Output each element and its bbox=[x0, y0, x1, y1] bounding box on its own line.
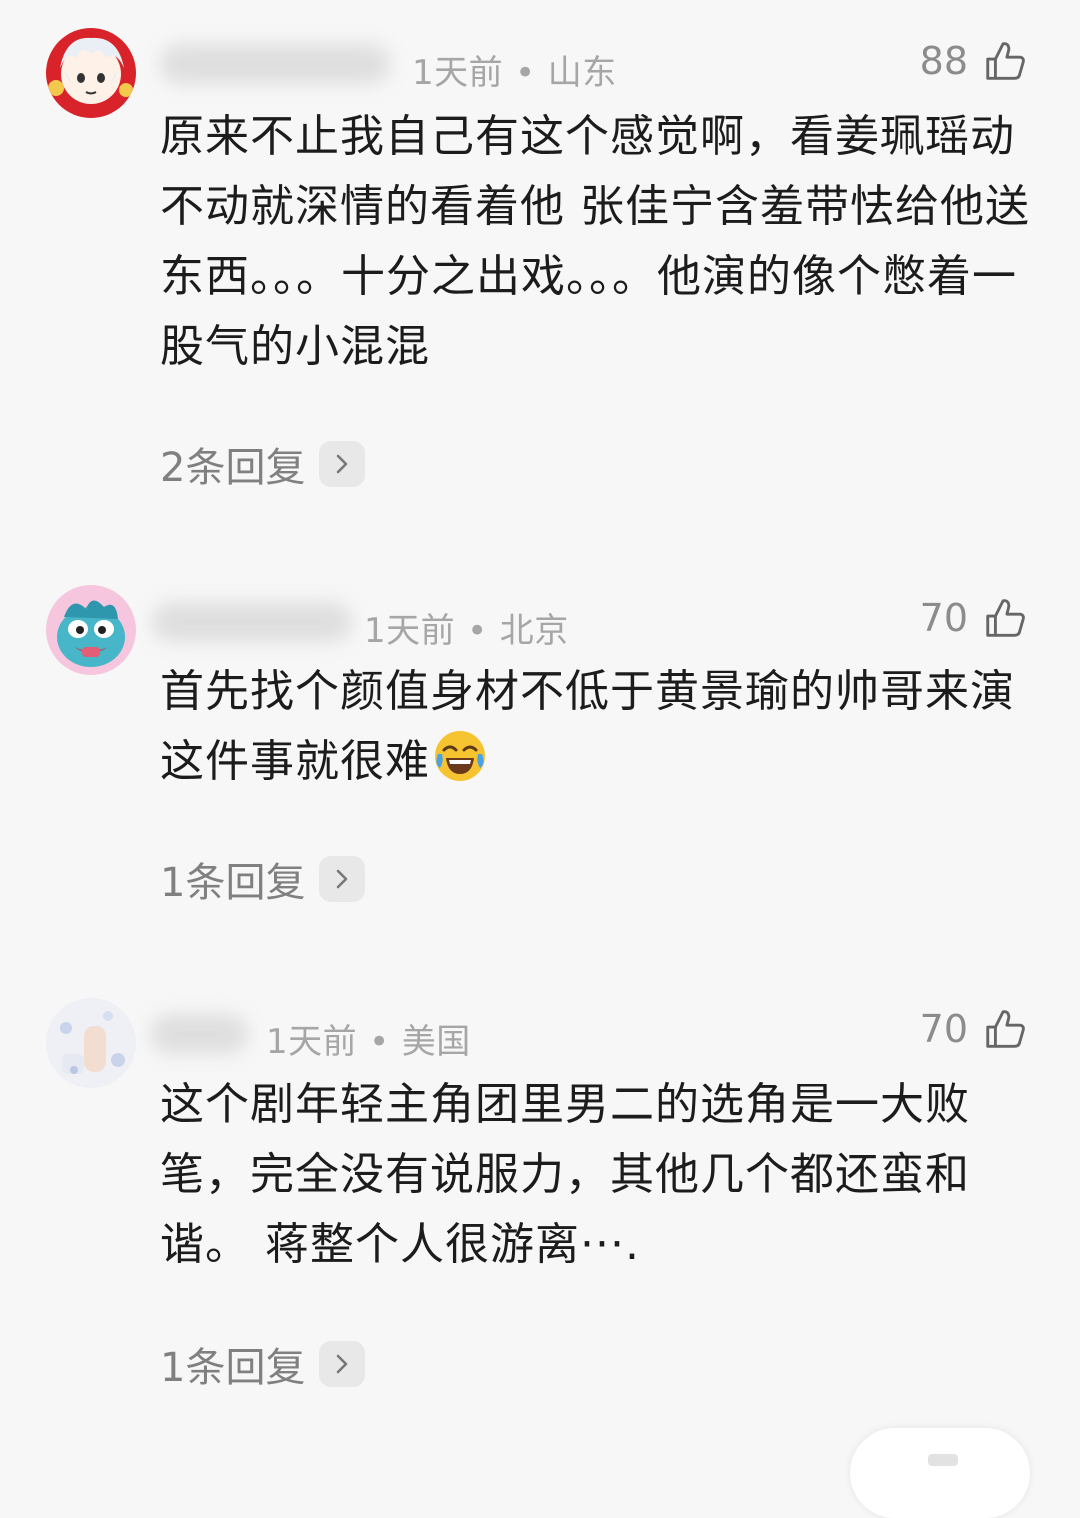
username-redacted[interactable] bbox=[152, 602, 352, 642]
view-replies-button[interactable]: 2条回复 bbox=[160, 435, 366, 493]
floating-action-button[interactable] bbox=[850, 1428, 1030, 1518]
comment-meta: 1天前 • 北京 bbox=[364, 603, 569, 652]
comment-time: 1天前 bbox=[364, 611, 456, 651]
comment-location: 山东 bbox=[547, 53, 617, 93]
comment-time: 1天前 bbox=[266, 1022, 358, 1062]
like-button[interactable]: 88 bbox=[920, 38, 1028, 84]
comment-time: 1天前 bbox=[412, 53, 504, 93]
like-count: 70 bbox=[919, 1007, 968, 1051]
comment-text-content: 原来不止我自己有这个感觉啊，看姜珮瑶动不动就深情的看着他 张佳宁含羞带怯给他送东… bbox=[160, 111, 1030, 372]
username-redacted[interactable] bbox=[160, 44, 390, 84]
comment-text: 首先找个颜值身材不低于黄景瑜的帅哥来演这件事就很难 bbox=[160, 657, 1040, 797]
like-button[interactable]: 70 bbox=[920, 595, 1028, 641]
comment-text: 原来不止我自己有这个感觉啊，看姜珮瑶动不动就深情的看着他 张佳宁含羞带怯给他送东… bbox=[160, 102, 1040, 382]
floating-button-icon bbox=[928, 1454, 958, 1466]
comment-text: 这个剧年轻主角团里男二的选角是一大败笔，完全没有说服力，其他几个都还蛮和谐。 蒋… bbox=[160, 1070, 1040, 1280]
like-count: 70 bbox=[919, 596, 968, 640]
replies-label: 2条回复 bbox=[160, 445, 306, 491]
username-redacted[interactable] bbox=[150, 1014, 248, 1054]
chevron-right-icon bbox=[319, 856, 366, 902]
avatar[interactable] bbox=[46, 28, 136, 118]
comment-location: 美国 bbox=[401, 1022, 471, 1062]
avatar-image-photo bbox=[46, 998, 136, 1088]
avatar[interactable] bbox=[46, 585, 136, 675]
thumbs-up-icon bbox=[986, 42, 1025, 80]
avatar-image-anime-white-hair bbox=[46, 28, 136, 118]
like-count: 88 bbox=[919, 39, 968, 83]
avatar[interactable] bbox=[46, 998, 136, 1088]
replies-label: 1条回复 bbox=[160, 1345, 306, 1391]
thumbs-up-icon bbox=[986, 1010, 1025, 1048]
view-replies-button[interactable]: 1条回复 bbox=[160, 1335, 366, 1393]
replies-label: 1条回复 bbox=[160, 860, 306, 906]
comment-text-content: 这个剧年轻主角团里男二的选角是一大败笔，完全没有说服力，其他几个都还蛮和谐。 蒋… bbox=[160, 1079, 970, 1270]
view-replies-button[interactable]: 1条回复 bbox=[160, 850, 366, 908]
laughing-tears-emoji bbox=[432, 728, 488, 784]
avatar-image-hangyodon bbox=[46, 585, 136, 675]
chevron-right-icon bbox=[319, 1341, 366, 1387]
meta-separator: • bbox=[369, 1022, 390, 1062]
meta-separator: • bbox=[515, 53, 536, 93]
comment-meta: 1天前 • 美国 bbox=[266, 1014, 471, 1063]
comment-location: 北京 bbox=[499, 611, 569, 651]
comment-text-content: 首先找个颜值身材不低于黄景瑜的帅哥来演这件事就很难 bbox=[160, 666, 1015, 787]
thumbs-up-icon bbox=[986, 599, 1025, 637]
meta-separator: • bbox=[467, 611, 488, 651]
chevron-right-icon bbox=[319, 441, 366, 487]
comment-meta: 1天前 • 山东 bbox=[412, 45, 617, 94]
like-button[interactable]: 70 bbox=[920, 1006, 1028, 1052]
